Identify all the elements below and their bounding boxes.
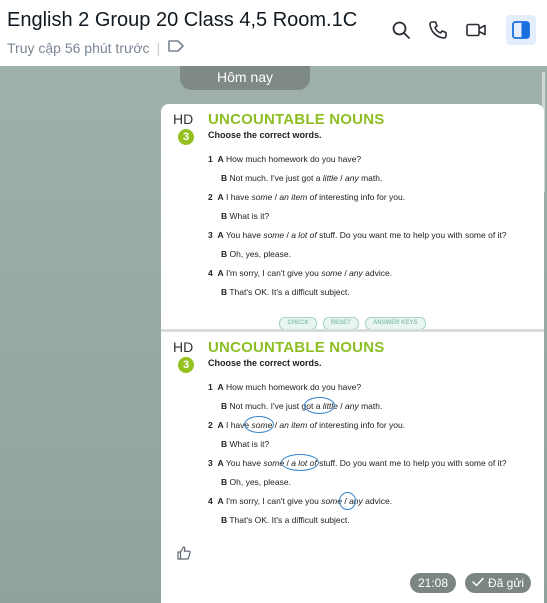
answer-circle-4: [339, 492, 356, 510]
hd-logo: HD: [173, 339, 194, 355]
video-call-icon[interactable]: [463, 17, 489, 43]
chat-area[interactable]: Hôm nay HD 3 UNCOUNTABLE NOUNS Choose th…: [0, 66, 547, 603]
search-icon[interactable]: [388, 17, 414, 43]
exercise-number-badge: 3: [178, 357, 194, 373]
sidebar-toggle-icon[interactable]: [506, 15, 536, 45]
item-1-a: 1 A How much homework do you have?: [208, 382, 362, 392]
item-3-a: 3 A You have some / a lot of stuff. Do y…: [208, 230, 507, 240]
date-separator: Hôm nay: [180, 66, 310, 90]
worksheet-title: UNCOUNTABLE NOUNS: [208, 111, 385, 128]
reaction-button[interactable]: [171, 542, 197, 568]
check-icon: [472, 573, 484, 593]
item-2-a: 2 A I have some / an item of interesting…: [208, 420, 406, 430]
phone-icon[interactable]: [425, 17, 451, 43]
item-2-b: B What is it?: [221, 211, 270, 221]
presence-status: Truy cập 56 phút trước |: [7, 39, 185, 56]
worksheet-instruction: Choose the correct words.: [208, 358, 322, 368]
item-3-a: 3 A You have some / a lot of stuff. Do y…: [208, 458, 507, 468]
last-seen-text: Truy cập 56 phút trước: [7, 39, 150, 56]
hd-logo: HD: [173, 111, 194, 127]
item-2-a: 2 A I have some / an item of interesting…: [208, 192, 406, 202]
item-3-b: B Oh, yes, please.: [221, 249, 291, 259]
worksheet-image-answered[interactable]: HD 3 UNCOUNTABLE NOUNS Choose the correc…: [161, 332, 544, 603]
chat-header: English 2 Group 20 Class 4,5 Room.1C Tru…: [0, 0, 547, 66]
item-1-b: B Not much. I've just got a little / any…: [221, 401, 383, 411]
item-4-a: 4 A I'm sorry, I can't give you some / a…: [208, 496, 393, 506]
item-1-a: 1 A How much homework do you have?: [208, 154, 362, 164]
item-4-a: 4 A I'm sorry, I can't give you some / a…: [208, 268, 393, 278]
answer-circle-1: [304, 397, 335, 414]
separator: |: [156, 39, 161, 56]
worksheet-instruction: Choose the correct words.: [208, 130, 322, 140]
image-message[interactable]: HD 3 UNCOUNTABLE NOUNS Choose the correc…: [161, 104, 544, 603]
item-2-b: B What is it?: [221, 439, 270, 449]
conversation-title[interactable]: English 2 Group 20 Class 4,5 Room.1C: [7, 9, 357, 32]
sent-status-label: Đã gửi: [488, 576, 525, 590]
answer-circle-3: [281, 454, 319, 471]
worksheet-title: UNCOUNTABLE NOUNS: [208, 339, 385, 356]
item-4-b: B That's OK. It's a difficult subject.: [221, 515, 350, 525]
thumbs-up-icon: [176, 545, 192, 566]
item-4-b: B That's OK. It's a difficult subject.: [221, 287, 350, 297]
worksheet-image-unanswered[interactable]: HD 3 UNCOUNTABLE NOUNS Choose the correc…: [161, 104, 544, 330]
tag-icon[interactable]: [167, 39, 185, 56]
item-1-b: B Not much. I've just got a little / any…: [221, 173, 383, 183]
answer-circle-2: [244, 416, 274, 433]
sent-status: Đã gửi: [465, 573, 532, 593]
exercise-number-badge: 3: [178, 129, 194, 145]
item-3-b: B Oh, yes, please.: [221, 477, 291, 487]
message-time: 21:08: [410, 573, 457, 593]
